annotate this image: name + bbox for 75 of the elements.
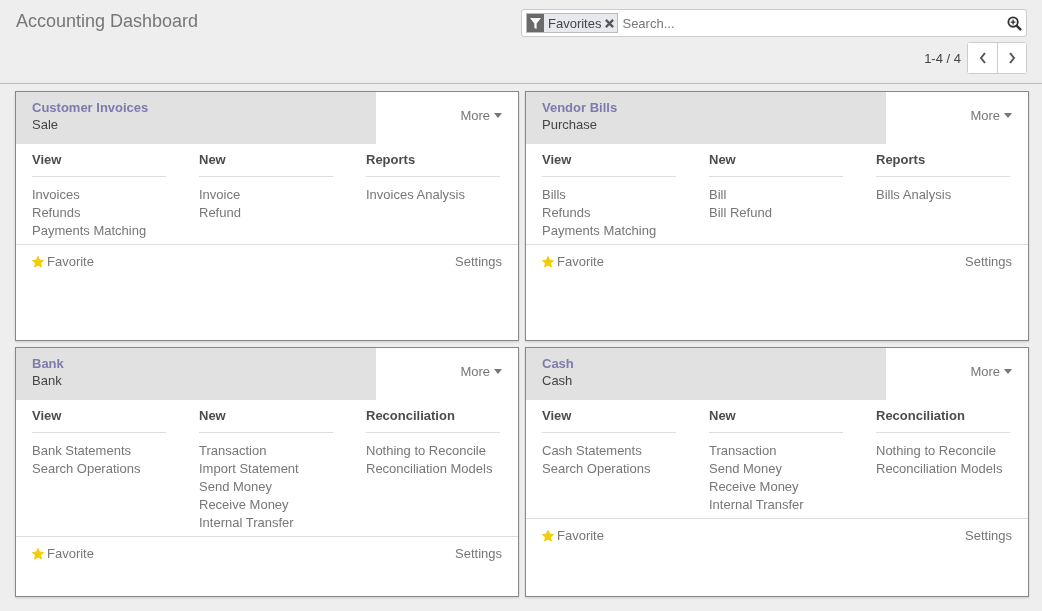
menu-link[interactable]: Payments Matching (32, 222, 166, 240)
menu-link[interactable]: Bill Refund (709, 204, 843, 222)
column-heading: Reports (876, 152, 1010, 177)
menu-link[interactable]: Search Operations (542, 460, 676, 478)
settings-link[interactable]: Settings (965, 528, 1012, 543)
filter-facet[interactable]: Favorites (526, 13, 619, 33)
menu-link[interactable]: Cash Statements (542, 442, 676, 460)
menu-link[interactable]: Bills (542, 186, 676, 204)
caret-icon (494, 113, 502, 118)
journal-type: Bank (32, 373, 63, 388)
menu-link[interactable]: Internal Transfer (199, 514, 333, 532)
column-heading: Reconciliation (876, 408, 1010, 433)
filter-icon (527, 14, 544, 32)
menu-link[interactable]: Transaction (199, 442, 333, 460)
menu-link[interactable]: Invoices (32, 186, 166, 204)
menu-link[interactable]: Transaction (709, 442, 843, 460)
menu-link[interactable]: Invoices Analysis (366, 186, 500, 204)
journal-type: Cash (542, 373, 574, 388)
menu-link[interactable]: Refund (199, 204, 333, 222)
more-dropdown[interactable]: More (970, 364, 1012, 379)
journal-name[interactable]: Customer Invoices (32, 100, 360, 115)
menu-link[interactable]: Receive Money (199, 496, 333, 514)
more-dropdown[interactable]: More (970, 108, 1012, 123)
menu-link[interactable]: Refunds (32, 204, 166, 222)
menu-link[interactable]: Reconciliation Models (876, 460, 1010, 478)
more-dropdown[interactable]: More (460, 108, 502, 123)
menu-link[interactable]: Bill (709, 186, 843, 204)
next-page-button[interactable] (997, 43, 1026, 73)
journal-name[interactable]: Cash (542, 356, 870, 371)
favorite-toggle[interactable]: Favorite (542, 254, 604, 269)
menu-link[interactable]: Payments Matching (542, 222, 676, 240)
column-heading: New (709, 408, 843, 433)
column-heading: View (32, 408, 166, 433)
menu-link[interactable]: Nothing to Reconcile (366, 442, 500, 460)
column-heading: Reports (366, 152, 500, 177)
more-dropdown[interactable]: More (460, 364, 502, 379)
search-icon[interactable] (1007, 15, 1022, 31)
menu-link[interactable]: Bills Analysis (876, 186, 1010, 204)
search-field[interactable]: Favorites Search... (521, 9, 1027, 37)
menu-link[interactable]: Import Statement (199, 460, 333, 478)
settings-link[interactable]: Settings (455, 254, 502, 269)
menu-link[interactable]: Receive Money (709, 478, 843, 496)
column-heading: New (199, 408, 333, 433)
settings-link[interactable]: Settings (965, 254, 1012, 269)
column-heading: View (542, 408, 676, 433)
favorite-toggle[interactable]: Favorite (542, 528, 604, 543)
menu-link[interactable]: Nothing to Reconcile (876, 442, 1010, 460)
menu-link[interactable]: Search Operations (32, 460, 166, 478)
menu-link[interactable]: Internal Transfer (709, 496, 843, 514)
column-heading: View (32, 152, 166, 177)
journal-name[interactable]: Bank (32, 356, 360, 371)
settings-link[interactable]: Settings (455, 546, 502, 561)
column-heading: Reconciliation (366, 408, 500, 433)
caret-icon (1004, 369, 1012, 374)
journal-name[interactable]: Vendor Bills (542, 100, 870, 115)
favorite-toggle[interactable]: Favorite (32, 546, 94, 561)
menu-link[interactable]: Bank Statements (32, 442, 166, 460)
journal-type: Sale (32, 117, 60, 132)
menu-link[interactable]: Invoice (199, 186, 333, 204)
pager-count: 1-4 / 4 (924, 50, 961, 66)
favorite-toggle[interactable]: Favorite (32, 254, 94, 269)
menu-link[interactable]: Refunds (542, 204, 676, 222)
caret-icon (494, 369, 502, 374)
column-heading: New (709, 152, 843, 177)
page-title: Accounting Dashboard (16, 10, 200, 33)
menu-link[interactable]: Reconciliation Models (366, 460, 500, 478)
journal-type: Purchase (542, 117, 598, 132)
chevron-right-icon (1008, 52, 1016, 64)
caret-icon (1004, 113, 1012, 118)
column-heading: New (199, 152, 333, 177)
menu-link[interactable]: Send Money (199, 478, 333, 496)
column-heading: View (542, 152, 676, 177)
chevron-left-icon (978, 52, 987, 64)
menu-link[interactable]: Send Money (709, 460, 843, 478)
close-icon[interactable] (605, 18, 615, 28)
